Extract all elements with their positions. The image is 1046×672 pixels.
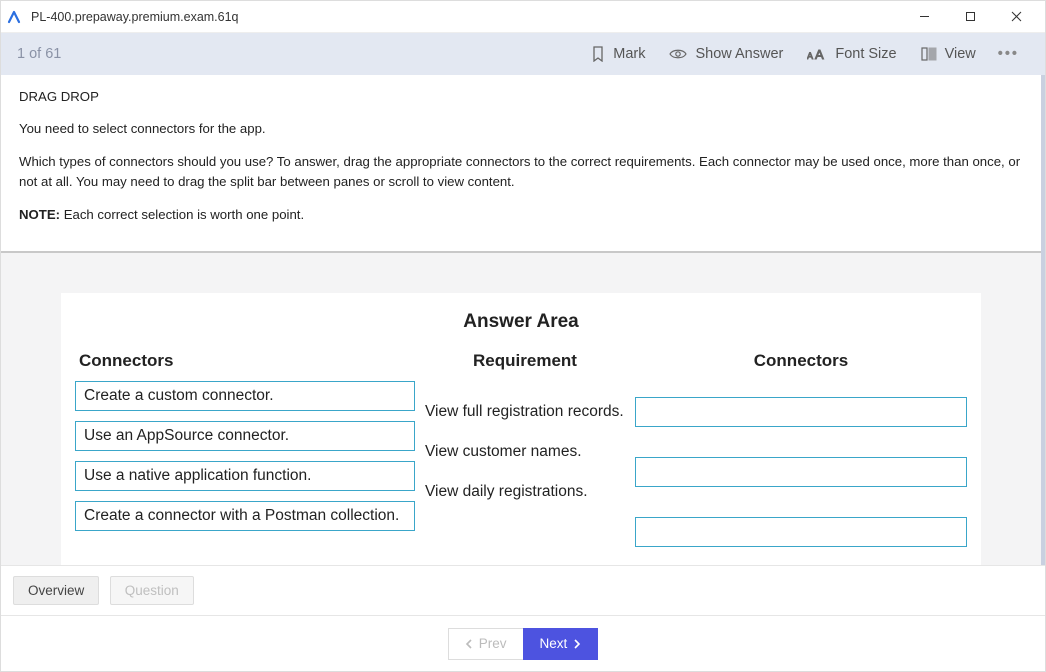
- view-label: View: [945, 46, 976, 62]
- view-button[interactable]: View: [909, 33, 988, 75]
- question-type-label: DRAG DROP: [19, 87, 1023, 107]
- question-text: DRAG DROP You need to select connectors …: [1, 75, 1041, 253]
- connector-item[interactable]: Use a native application function.: [75, 461, 415, 491]
- answer-area-title: Answer Area: [75, 311, 967, 333]
- question-counter: 1 of 61: [17, 46, 61, 62]
- note-text: Each correct selection is worth one poin…: [60, 207, 304, 222]
- show-answer-label: Show Answer: [695, 46, 783, 62]
- bottom-tabs: Overview Question: [1, 565, 1045, 615]
- font-size-label: Font Size: [835, 46, 896, 62]
- tab-question[interactable]: Question: [110, 576, 194, 605]
- mark-button[interactable]: Mark: [579, 33, 657, 75]
- requirement-label: View daily registrations.: [425, 461, 625, 501]
- window-title: PL-400.prepaway.premium.exam.61q: [31, 10, 901, 24]
- mark-label: Mark: [613, 46, 645, 62]
- requirement-label: View customer names.: [425, 421, 625, 461]
- connectors-source-heading: Connectors: [75, 351, 415, 371]
- answer-area: Answer Area Connectors Create a custom c…: [61, 293, 981, 565]
- drop-zone[interactable]: [635, 397, 967, 427]
- font-size-icon: AA: [807, 47, 827, 61]
- layout-icon: [921, 47, 937, 61]
- requirement-label: View full registration records.: [425, 381, 625, 421]
- eye-icon: [669, 48, 687, 60]
- connector-item[interactable]: Use an AppSource connector.: [75, 421, 415, 451]
- question-line-2: Which types of connectors should you use…: [19, 152, 1023, 193]
- maximize-button[interactable]: [947, 1, 993, 33]
- bookmark-icon: [591, 46, 605, 62]
- next-label: Next: [540, 636, 568, 651]
- prev-button[interactable]: Prev: [448, 628, 523, 660]
- drop-zone[interactable]: [635, 517, 967, 547]
- nav-bar: Prev Next: [1, 615, 1045, 671]
- question-note: NOTE: Each correct selection is worth on…: [19, 205, 1023, 225]
- more-button[interactable]: •••: [988, 46, 1029, 62]
- chevron-left-icon: [465, 639, 473, 649]
- prev-label: Prev: [479, 636, 507, 651]
- show-answer-button[interactable]: Show Answer: [657, 33, 795, 75]
- titlebar: PL-400.prepaway.premium.exam.61q: [1, 1, 1045, 33]
- connector-item[interactable]: Create a connector with a Postman collec…: [75, 501, 415, 531]
- svg-text:A: A: [807, 51, 813, 61]
- drop-zone[interactable]: [635, 457, 967, 487]
- note-label: NOTE:: [19, 207, 60, 222]
- svg-text:A: A: [815, 47, 824, 61]
- toolbar: 1 of 61 Mark Show Answer AA Font Size Vi…: [1, 33, 1045, 75]
- content-area: DRAG DROP You need to select connectors …: [1, 75, 1045, 565]
- font-size-button[interactable]: AA Font Size: [795, 33, 908, 75]
- next-button[interactable]: Next: [523, 628, 599, 660]
- minimize-button[interactable]: [901, 1, 947, 33]
- app-logo-icon: [7, 9, 23, 25]
- connectors-target-heading: Connectors: [635, 351, 967, 371]
- tab-overview[interactable]: Overview: [13, 576, 99, 605]
- chevron-right-icon: [573, 639, 581, 649]
- requirement-heading: Requirement: [425, 351, 625, 371]
- connector-item[interactable]: Create a custom connector.: [75, 381, 415, 411]
- close-button[interactable]: [993, 1, 1039, 33]
- question-line-1: You need to select connectors for the ap…: [19, 119, 1023, 139]
